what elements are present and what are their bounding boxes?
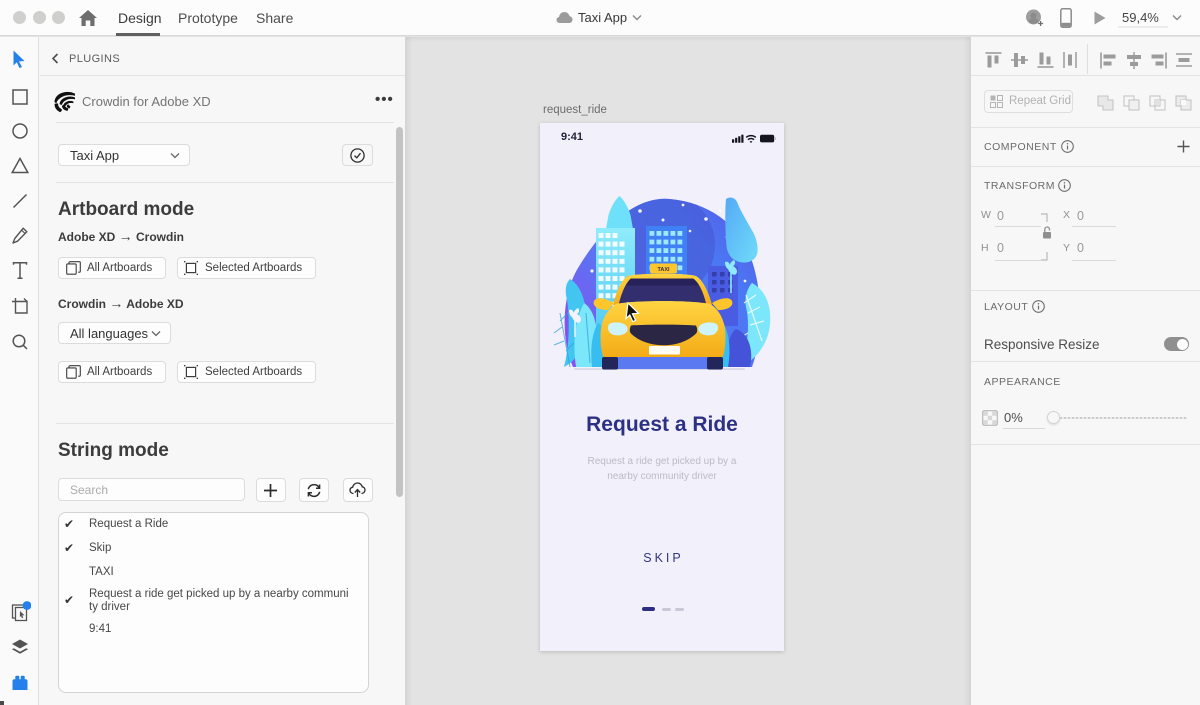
svg-text:TAXI: TAXI [657,267,670,273]
